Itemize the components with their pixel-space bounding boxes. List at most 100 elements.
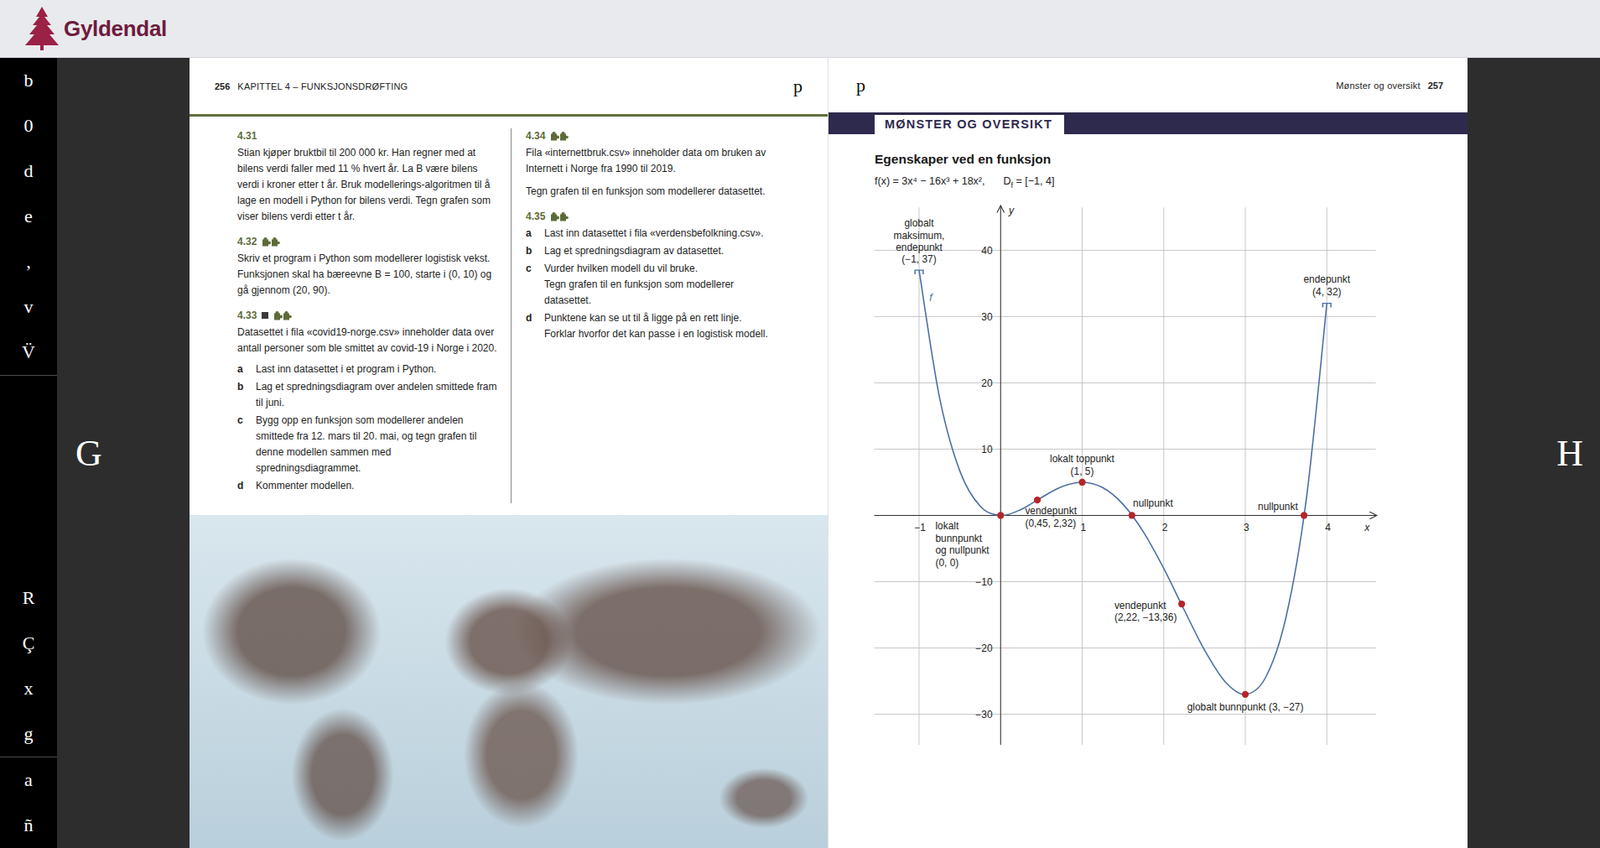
- point-label: (0, 0): [935, 555, 959, 568]
- sidebar-item[interactable]: e: [0, 193, 58, 239]
- exercise-column: 4.31 Stian kjøper bruktbil til 200 000 kr…: [237, 128, 499, 504]
- point-dot: [1241, 690, 1249, 697]
- part-body: Last inn datasettet i fila «verdensbefol…: [544, 225, 776, 242]
- point-label: globalt: [903, 217, 935, 229]
- exercise-number: 4.31: [237, 129, 257, 142]
- sidebar-item[interactable]: ‚: [0, 238, 58, 285]
- exercise-head: 4.32: [237, 233, 499, 250]
- exercise-text: Fila «internettbruk.csv» inneholder data…: [525, 145, 776, 177]
- point-label: (−1, 37): [901, 253, 936, 265]
- part-text: Last inn datasettet i et program i Pytho…: [255, 361, 499, 378]
- grid-line: [874, 381, 1377, 383]
- axes: xy−1123440302010−10−20−30: [874, 203, 1377, 744]
- exercise-number: 4.34: [525, 129, 546, 142]
- page-header: pMønster og oversikt257: [828, 57, 1468, 113]
- sidebar-top-group: b0de‚vV̈: [0, 57, 58, 376]
- y-axis: [1000, 206, 1002, 745]
- grid-line: [874, 713, 1377, 715]
- point-label: (0,45, 2,32): [1024, 516, 1076, 529]
- part-body: Last inn datasettet i et program i Pytho…: [255, 361, 499, 378]
- function-domain: Df = [−1, 4]: [1002, 174, 1055, 193]
- point-dot: [1178, 599, 1185, 607]
- part-text: Lag et spredningsdiagram av datasettet.: [544, 243, 776, 260]
- part-label: a: [237, 361, 256, 378]
- part-text: Vurder hvilken modell du vil bruke.: [544, 260, 776, 277]
- part-label: c: [237, 412, 256, 477]
- y-tick-label: 40: [981, 244, 993, 256]
- y-tick-label: −20: [975, 641, 993, 654]
- sidebar-item[interactable]: R: [0, 575, 58, 621]
- x-axis-label: x: [1363, 520, 1371, 533]
- x-tick-label: 3: [1243, 520, 1250, 533]
- point-label: (4, 32): [1312, 285, 1341, 297]
- sidebar-item[interactable]: v: [0, 284, 58, 330]
- sidebar-item[interactable]: V̈: [0, 329, 58, 375]
- point-dot: [997, 511, 1004, 519]
- graph-point: lokalt toppunkt(1, 5): [1049, 452, 1115, 486]
- next-page-button[interactable]: H: [1553, 428, 1587, 478]
- x-arrow-icon: [1369, 511, 1377, 520]
- graph-point: vendepunkt(2,22, −13,36): [1114, 599, 1185, 624]
- part-text: Kommenter modellen.: [255, 477, 499, 494]
- exercise-head: 4.34: [525, 128, 776, 144]
- exercise-text: Tegn grafen til en funksjon som modeller…: [525, 183, 776, 200]
- grid-line: [874, 249, 1377, 250]
- exercise-part: dKommenter modellen.: [237, 477, 499, 494]
- chapter-title: 256KAPITTEL 4 – FUNKSJONSDRØFTING: [214, 81, 408, 92]
- graph-point: nullpunkt: [1257, 500, 1308, 519]
- sidebar: b0de‚vV̈ RÇxgañ: [0, 57, 58, 848]
- exercise-part: cVurder hvilken modell du vil bruke.Tegn…: [525, 260, 776, 309]
- sidebar-item[interactable]: 0: [0, 103, 58, 149]
- exercise: 4.31 Stian kjøper bruktbil til 200 000 kr…: [237, 128, 499, 225]
- part-label: d: [237, 477, 256, 494]
- point-label: (1, 5): [1070, 464, 1095, 477]
- grid-line: [1245, 207, 1247, 745]
- page-content: Egenskaper ved en funksjon f(x) = 3x⁴ − 1…: [828, 134, 1468, 754]
- sidebar-item[interactable]: a: [0, 757, 58, 803]
- sidebar-item[interactable]: d: [0, 148, 58, 194]
- curve-label: f: [929, 290, 934, 303]
- grid: [874, 207, 1377, 745]
- section-band: MØNSTER OG OVERSIKT: [828, 112, 1468, 135]
- point-label: endepunkt: [895, 241, 943, 254]
- reader-app: Gyldendalb0de‚vV̈RÇxgañG256KAPITTEL 4 – …: [0, 0, 1600, 848]
- sidebar-item[interactable]: x: [0, 665, 58, 712]
- part-label: d: [525, 310, 545, 343]
- point-label: maksimum,: [893, 228, 946, 241]
- sidebar-item[interactable]: b: [0, 57, 58, 104]
- grid-line: [874, 647, 1377, 649]
- square-icon: [261, 311, 269, 319]
- sidebar-item[interactable]: ñ: [0, 802, 58, 848]
- point-label: lokalt toppunkt: [1049, 452, 1115, 465]
- exercise: 4.32Skriv et program i Python som modell…: [237, 233, 499, 299]
- grid-line: [874, 581, 1377, 582]
- exercise-text: Stian kjøper bruktbil til 200 000 kr. Ha…: [237, 145, 499, 225]
- exercise-part: aLast inn datasettet i et program i Pyth…: [237, 361, 499, 378]
- book-spread: 256KAPITTEL 4 – FUNKSJONSDRØFTING p 4.31 St…: [189, 57, 1468, 848]
- point-label: bunnpunkt: [935, 531, 982, 544]
- page-marker: p: [793, 75, 803, 98]
- world-crowd-photo: [189, 514, 828, 848]
- point-label: (2,22, −13,36): [1114, 611, 1178, 624]
- previous-page-button[interactable]: G: [72, 428, 106, 478]
- part-label: b: [525, 243, 545, 260]
- function-formula: f(x) = 3x⁴ − 16x³ + 18x², Df = [−1, 4]: [874, 174, 1468, 193]
- grid-line: [874, 447, 1377, 449]
- function-graph: xy−1123440302010−10−20−30fglobaltmaksimu…: [867, 202, 1388, 754]
- sidebar-item[interactable]: g: [0, 711, 58, 757]
- sidebar-item[interactable]: Ç: [0, 620, 58, 666]
- sidebar-bottom-group: añ: [0, 756, 58, 848]
- exercise-part: cBygg opp en funksjon som modellerer and…: [237, 412, 499, 477]
- exercise: 4.35aLast inn datasettet i fila «verdens…: [525, 208, 776, 343]
- point-dot: [1033, 496, 1041, 504]
- y-tick-label: 20: [981, 376, 993, 389]
- section-band-label: MØNSTER OG OVERSIKT: [874, 114, 1065, 135]
- y-axis-label: y: [1007, 203, 1015, 216]
- content-heading: Egenskaper ved en funksjon: [874, 150, 1468, 168]
- puzzle-icon: [273, 310, 292, 322]
- exercise-head: 4.35: [525, 208, 776, 224]
- grid-line: [919, 207, 920, 745]
- graph-point: lokaltbunnpunktog nullpunkt(0, 0): [935, 511, 1004, 568]
- function-expression: f(x) = 3x⁴ − 16x³ + 18x²,: [874, 174, 985, 193]
- grid-line: [874, 315, 1377, 317]
